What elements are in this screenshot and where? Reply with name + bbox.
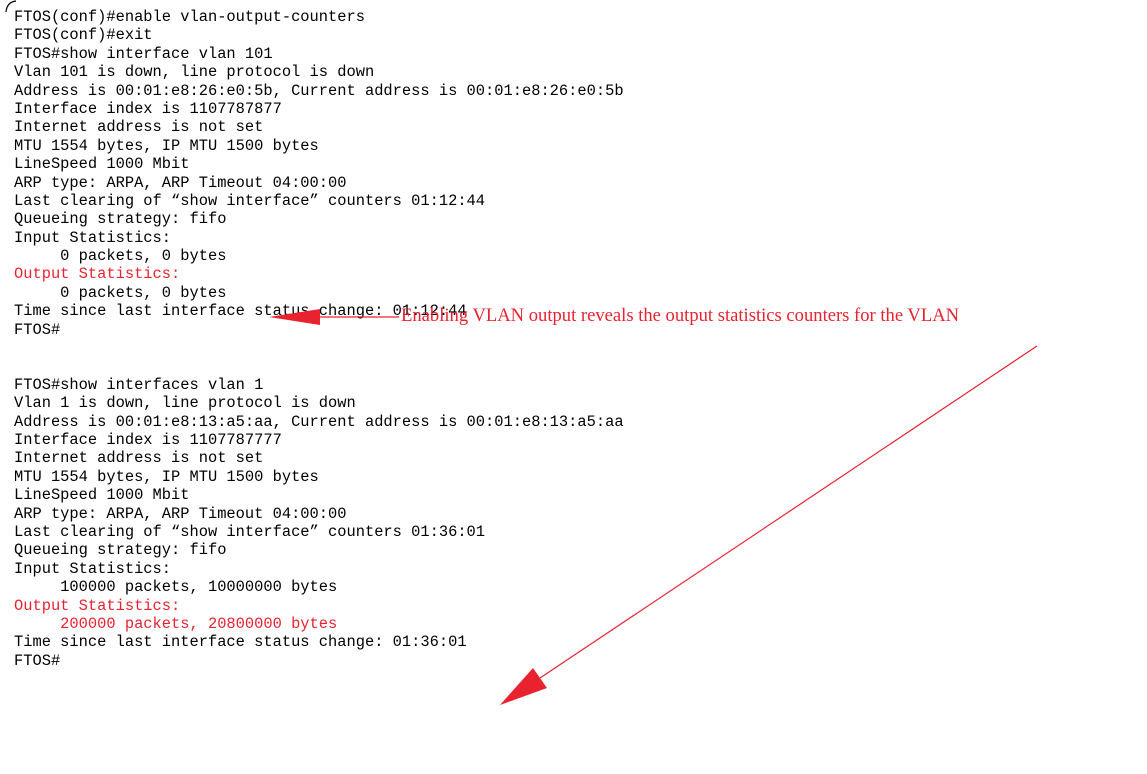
- arrow-to-output-statistics: [269, 309, 399, 325]
- callout-arrows: [269, 309, 1038, 705]
- arrow-to-output-counters: [500, 345, 1038, 705]
